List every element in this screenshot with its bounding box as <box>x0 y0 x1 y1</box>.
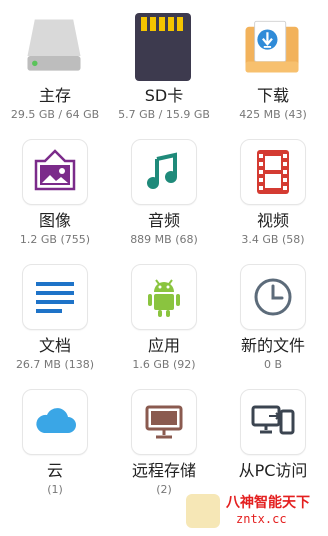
android-icon <box>148 279 180 317</box>
item-recent[interactable]: 新的文件 0 B <box>218 250 328 375</box>
apps-usage: 1.6 GB (92) <box>132 358 196 371</box>
sd-card-tile[interactable] <box>131 13 195 81</box>
watermark-title: 八神智能天下 <box>226 495 310 511</box>
item-audio[interactable]: 音频 889 MB (68) <box>109 125 219 250</box>
cloud-tile[interactable] <box>22 389 88 455</box>
document-lines-icon <box>36 282 74 313</box>
item-documents[interactable]: 文档 26.7 MB (138) <box>0 250 110 375</box>
music-note-icon <box>147 152 177 189</box>
remote-storage-tile[interactable] <box>131 389 197 455</box>
recent-usage: 0 B <box>263 358 283 371</box>
item-download[interactable]: 下载 425 MB (43) <box>218 0 328 125</box>
audio-tile[interactable] <box>131 139 197 205</box>
item-apps[interactable]: 应用 1.6 GB (92) <box>109 250 219 375</box>
item-cloud[interactable]: 云 (1) <box>0 375 110 500</box>
download-folder-icon <box>245 20 299 73</box>
internal-storage-usage: 29.5 GB / 64 GB <box>10 108 100 121</box>
category-grid: 主存 29.5 GB / 64 GB SD卡 5.7 GB / 15.9 GB <box>0 0 328 536</box>
sd-card-usage: 5.7 GB / 15.9 GB <box>118 108 210 121</box>
pc-transfer-icon <box>251 405 295 435</box>
recent-label: 新的文件 <box>240 336 305 355</box>
images-usage: 1.2 GB (755) <box>19 233 91 246</box>
pc-access-label: 从PC访问 <box>238 461 308 480</box>
watermark-url: zntx.cc <box>236 512 287 526</box>
sd-card-label: SD卡 <box>144 86 184 105</box>
monitor-icon <box>145 405 183 439</box>
hard-drive-icon <box>27 19 81 71</box>
remote-storage-label: 远程存储 <box>131 461 196 480</box>
download-tile[interactable] <box>240 14 304 78</box>
apps-label: 应用 <box>147 336 180 355</box>
sd-card-icon <box>135 13 191 81</box>
item-pc-access[interactable]: 从PC访问 <box>218 375 328 500</box>
video-tile[interactable] <box>240 139 306 205</box>
pc-access-tile[interactable] <box>240 389 306 455</box>
documents-usage: 26.7 MB (138) <box>15 358 95 371</box>
cloud-count: (1) <box>47 483 63 496</box>
cloud-label: 云 <box>46 461 63 480</box>
film-icon <box>257 150 289 194</box>
item-images[interactable]: 图像 1.2 GB (755) <box>0 125 110 250</box>
video-label: 视频 <box>256 211 289 230</box>
item-sd-card[interactable]: SD卡 5.7 GB / 15.9 GB <box>109 0 219 125</box>
download-usage: 425 MB (43) <box>239 108 307 121</box>
watermark-logo-icon <box>186 494 220 528</box>
download-label: 下载 <box>256 86 289 105</box>
audio-usage: 889 MB (68) <box>130 233 198 246</box>
internal-storage-label: 主存 <box>38 86 71 105</box>
cloud-icon <box>36 408 76 433</box>
site-watermark: 八神智能天下 zntx.cc <box>180 488 328 536</box>
item-remote-storage[interactable]: 远程存储 (2) <box>109 375 219 500</box>
images-label: 图像 <box>38 211 71 230</box>
recent-tile[interactable] <box>240 264 306 330</box>
item-video[interactable]: 视频 3.4 GB (58) <box>218 125 328 250</box>
images-tile[interactable] <box>22 139 88 205</box>
audio-label: 音频 <box>147 211 180 230</box>
internal-storage-tile[interactable] <box>22 14 86 78</box>
documents-label: 文档 <box>38 336 71 355</box>
item-internal-storage[interactable]: 主存 29.5 GB / 64 GB <box>0 0 110 125</box>
image-frame-icon <box>34 149 76 191</box>
clock-icon <box>254 278 292 316</box>
video-usage: 3.4 GB (58) <box>241 233 305 246</box>
documents-tile[interactable] <box>22 264 88 330</box>
apps-tile[interactable] <box>131 264 197 330</box>
